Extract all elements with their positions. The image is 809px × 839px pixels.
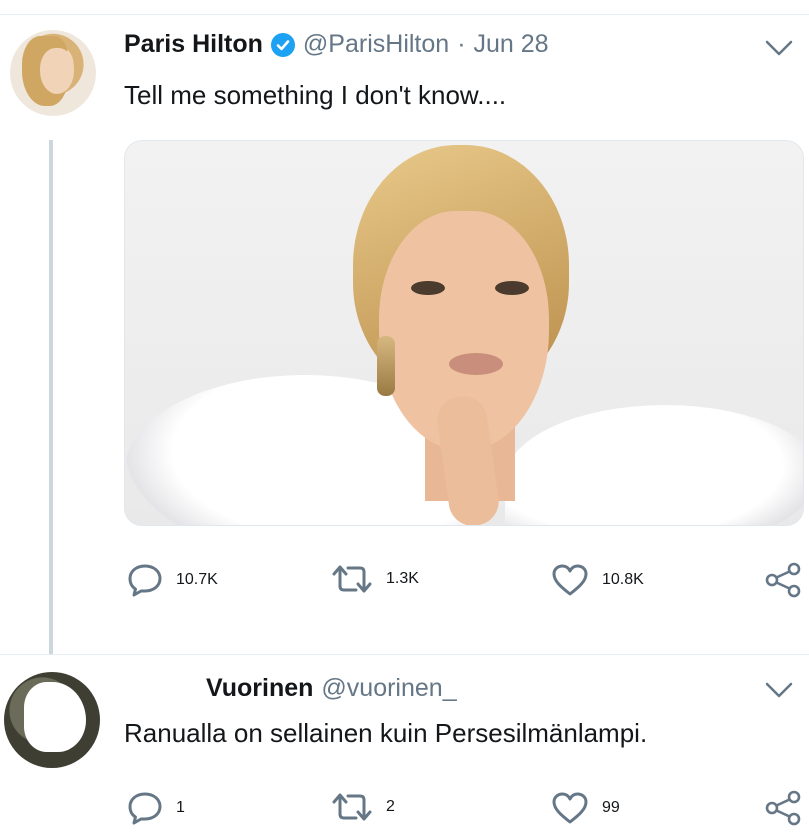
tweet-date[interactable]: Jun 28 [474, 30, 549, 59]
reply-like-count: 99 [602, 799, 620, 816]
thread-connector-line [49, 140, 53, 655]
author-handle[interactable]: @ParisHilton [303, 30, 449, 59]
like-action[interactable]: 10.8K [550, 562, 644, 598]
chevron-down-icon[interactable] [764, 680, 794, 700]
retweet-icon [332, 793, 372, 821]
reply-icon [128, 792, 162, 825]
share-icon[interactable] [764, 790, 802, 826]
tweet-media-photo[interactable] [124, 140, 804, 526]
chevron-down-icon[interactable] [764, 38, 794, 58]
tweet-text: Tell me something I don't know.... [124, 80, 507, 110]
reply-action[interactable]: 10.7K [126, 562, 218, 598]
photo-fur-right [505, 405, 803, 525]
reply-icon [128, 564, 162, 597]
verified-badge-icon [270, 32, 295, 57]
avatar-redaction [24, 682, 86, 752]
like-icon [552, 792, 588, 824]
retweet-action[interactable]: 1.3K [330, 562, 419, 596]
handle-redaction [510, 680, 630, 712]
author-avatar[interactable] [10, 30, 96, 116]
tweet-divider [0, 654, 809, 655]
retweet-icon [332, 565, 372, 593]
like-icon [552, 564, 588, 596]
like-count: 10.8K [602, 571, 644, 588]
top-divider [0, 14, 809, 15]
reply-author-handle[interactable]: @vuorinen_ [321, 674, 456, 703]
reply-reply-count: 1 [176, 799, 185, 816]
tweet-header: Paris Hilton @ParisHilton · Jun 28 [124, 30, 549, 59]
share-icon[interactable] [764, 562, 802, 598]
reply-reply-action[interactable]: 1 [126, 790, 185, 826]
meta-separator: · [457, 30, 466, 58]
author-name[interactable]: Paris Hilton [124, 30, 263, 59]
reply-like-action[interactable]: 99 [550, 790, 620, 826]
reply-author-name[interactable]: Vuorinen [206, 674, 313, 703]
reply-text: Ranualla on sellainen kuin Persesilmänla… [124, 718, 648, 748]
reply-header: Vuorinen @vuorinen_ [206, 674, 457, 703]
reply-retweet-count: 2 [386, 798, 395, 815]
avatar-face [40, 48, 74, 94]
photo-earring [377, 336, 395, 396]
photo-eye-left [411, 281, 445, 295]
retweet-count: 1.3K [386, 570, 419, 587]
photo-lips [449, 353, 503, 375]
reply-author-avatar[interactable] [4, 672, 100, 768]
reply-retweet-action[interactable]: 2 [330, 790, 395, 824]
photo-eye-right [495, 281, 529, 295]
reply-count: 10.7K [176, 571, 218, 588]
